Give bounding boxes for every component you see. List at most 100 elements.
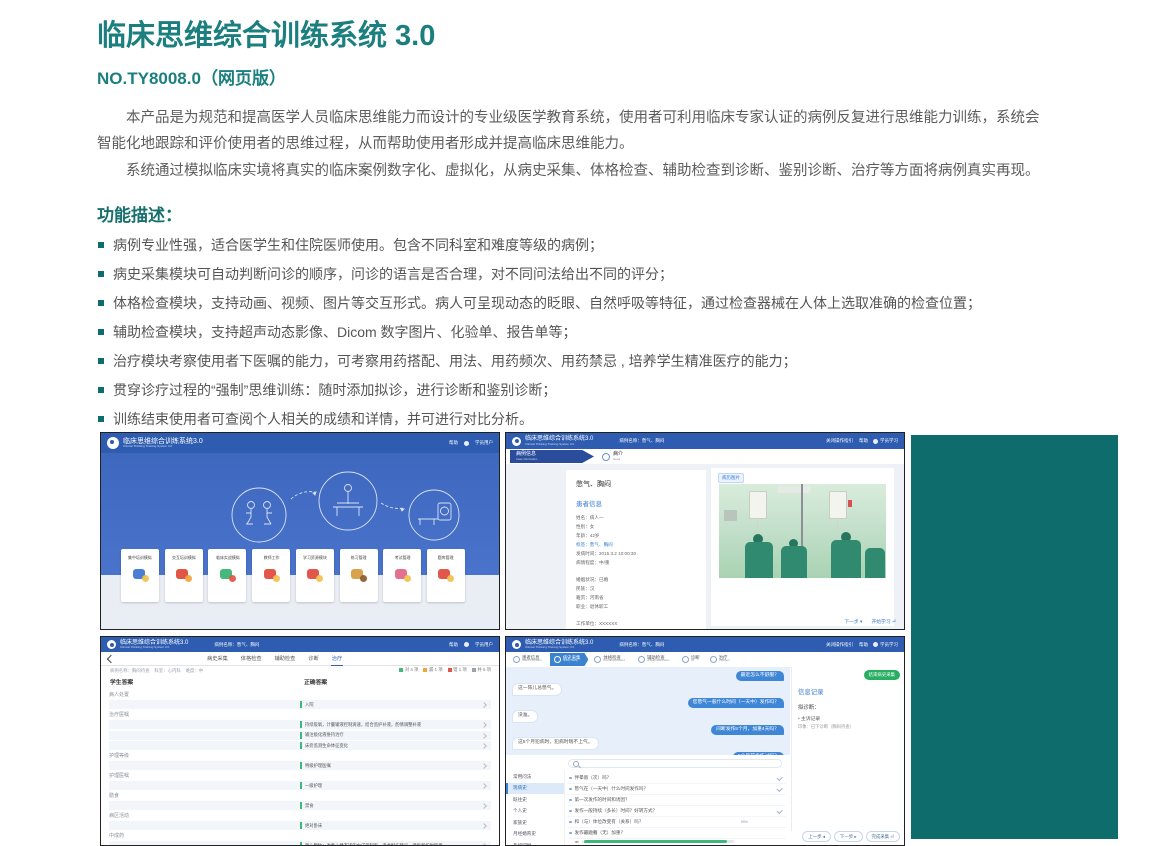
feature-text: 训练结束使用者可查阅个人相关的成绩和详情，并可进行对比分析。	[113, 411, 533, 427]
answer-row[interactable]: 稳心颗粒：改善心悸不适的中成药制剂，考虑配伍禁忌，遵医嘱按时服用。	[109, 841, 491, 846]
answer-row[interactable]: 特级护理医嘱	[109, 761, 491, 770]
question-category[interactable]: 月经婚育史	[506, 829, 564, 841]
correct-answer-text: 输注极化液维持治疗	[300, 732, 344, 739]
module-card[interactable]: 交互培训模拟	[165, 549, 203, 602]
correct-answer-text: 一级护理	[300, 782, 322, 789]
module-card[interactable]: 考试管理	[383, 549, 421, 602]
answer-category-label: 病区活动	[109, 812, 491, 819]
question-category[interactable]: 系统回顾	[506, 840, 564, 845]
correct-answer-text: 绝对卧床	[300, 822, 322, 829]
patient-fields-basic: 姓名：病人一性别：女年龄：42岁标签：憋气、胸闷发病时间：2015.3.2 10…	[576, 514, 696, 568]
user-menu[interactable]: 学员学习	[880, 438, 898, 444]
start-study-link[interactable]: 开始学习 ⏎	[871, 618, 896, 625]
answer-row[interactable]: 绝对卧床	[109, 821, 491, 830]
workflow-step[interactable]: 诊断 DX	[678, 653, 704, 666]
answer-row[interactable]: 禁食	[109, 801, 491, 810]
legend-label: 共 6 项	[477, 667, 491, 673]
question-category[interactable]: 常用问法	[506, 771, 564, 783]
question-row[interactable]: 第一次发作的时间和诱因？	[567, 795, 786, 806]
step-icon	[594, 656, 601, 663]
app-title-en: Clinical Thinking Training System 3.0	[525, 443, 593, 446]
record-item[interactable]: 主诉记录	[798, 715, 898, 722]
step-detail[interactable]: 病介 Detail	[602, 452, 623, 461]
patient-field: 发病时间：2015.3.2 10:00:30	[576, 550, 696, 559]
chevron-right-icon	[481, 702, 487, 708]
question-category[interactable]: 既往史	[506, 794, 564, 806]
patient-fields-social: 婚姻状况：已婚民族：汉籍贯：河南省职业：退休职工	[576, 576, 696, 612]
module-card[interactable]: 教师工作	[252, 549, 290, 602]
user-menu[interactable]: 学员学习	[880, 642, 898, 648]
workflow-step[interactable]: 体格检查 Physical Examination	[590, 653, 632, 666]
module-card-label: 学习资源模块	[303, 555, 327, 561]
correct-answer-text: 持续吸氧，计量输液控制滴速，结合监护补液，酌情调整补液	[300, 721, 421, 728]
answer-row[interactable]: 一级护理	[109, 781, 491, 790]
question-search-input[interactable]	[568, 759, 782, 768]
footer-button[interactable]: 完成采集 ⏎	[866, 831, 900, 842]
user-menu[interactable]: 学员用户	[475, 642, 493, 648]
bullet-square-icon	[98, 242, 104, 248]
user-menu[interactable]: 学员用户	[475, 440, 493, 446]
header-link[interactable]: 关闭操作指引	[826, 642, 853, 648]
question-category[interactable]: 家族史	[506, 817, 564, 829]
progress-bar	[584, 840, 734, 843]
asked-check-icon	[776, 808, 782, 814]
patient-info-link[interactable]: 患者信息	[576, 498, 696, 508]
surgeon-figure	[781, 546, 807, 578]
chat-bubble: 没准。	[512, 710, 538, 722]
answer-row[interactable]: 床旁监测生命体征变化	[109, 741, 491, 750]
patient-field: 婚姻状况：已婚	[576, 576, 696, 585]
patient-field: 标签：憋气、胸闷	[576, 541, 696, 550]
bullet-square-icon	[98, 300, 104, 306]
answer-row[interactable]: 持续吸氧，计量输液控制滴速，结合监护补液，酌情调整补液	[109, 720, 491, 729]
question-category[interactable]: 现病史	[506, 783, 564, 795]
answer-row[interactable]: 输注极化液维持治疗	[109, 731, 491, 740]
answer-rows: 稳心颗粒：改善心悸不适的中成药制剂，考虑配伍禁忌，遵医嘱按时服用。 麝香保心丸，…	[109, 841, 491, 846]
module-card[interactable]: 练习管理	[340, 549, 378, 602]
back-chevron-icon[interactable]	[107, 655, 115, 663]
bullet-square-icon	[98, 271, 104, 277]
workflow-step[interactable]: 治疗 Treatment	[706, 653, 735, 666]
module-card[interactable]: 题库管理	[427, 549, 465, 602]
asked-check-icon	[776, 786, 782, 792]
module-card-row: 集中培训模拟 交互培训模拟 临床实战模拟	[121, 549, 465, 602]
question-row[interactable]: 发作一般持续（多长）时间？好转方式？	[567, 806, 786, 817]
header-link[interactable]: 帮助	[859, 438, 868, 444]
help-link[interactable]: 帮助	[449, 642, 458, 648]
finish-history-button[interactable]: 结束病史采集	[864, 670, 900, 680]
module-card-icon	[132, 568, 149, 582]
footer-button[interactable]: 下一步 ▸	[834, 831, 863, 842]
question-row[interactable]: 伴晕厥（次）吗？	[567, 773, 786, 784]
legend-swatch-icon	[399, 668, 403, 672]
review-tab[interactable]: 治疗	[331, 652, 343, 666]
answer-category-label: 中成药	[109, 832, 491, 839]
module-card[interactable]: 集中培训模拟	[121, 549, 159, 602]
inquiry-chat-area: 最近怎么不舒服？这一阵儿总憋气。您憋气一般什么时间（一天中）发作吗？没准。间断发…	[506, 667, 790, 755]
answer-group: 膳食 禁食	[109, 792, 491, 810]
step-icon	[638, 656, 645, 663]
review-tab[interactable]: 病史采集	[206, 652, 229, 665]
workflow-step[interactable]: 患者信息 Patient Information	[509, 653, 548, 666]
answer-groups: 病人处置 入院 治疗医嘱 持续吸氧，计量输液控	[109, 689, 491, 846]
header-link[interactable]: 帮助	[859, 642, 868, 648]
question-row[interactable]: 憋气在（一天中）什么时间发作吗？	[567, 784, 786, 795]
review-tab[interactable]: 辅助检查	[274, 652, 297, 665]
footer-button[interactable]: 上一步 ◂	[802, 831, 831, 842]
workflow-step[interactable]: 辅助检查 Auxiliary Examination	[634, 653, 676, 666]
next-step-link[interactable]: 下一步 ▾	[844, 618, 862, 625]
workflow-steps: 患者信息 Patient Information 病史采集 History Ta…	[506, 652, 904, 668]
app-logo-icon	[107, 437, 119, 449]
review-toolbar: 病史采集体格检查辅助检查诊断治疗	[101, 652, 499, 666]
photo-tab[interactable]: 病历图片	[718, 473, 744, 483]
workflow-step[interactable]: 病史采集 History Taking	[550, 653, 589, 666]
review-tab[interactable]: 诊断	[307, 652, 319, 665]
review-tab[interactable]: 体格检查	[240, 652, 263, 665]
header-link[interactable]: 关闭操作指引	[826, 438, 853, 444]
user-avatar-icon	[873, 642, 878, 647]
question-category[interactable]: 个人史	[506, 806, 564, 818]
answer-row[interactable]: 入院	[109, 700, 491, 709]
module-card[interactable]: 临床实战模拟	[208, 549, 246, 602]
step-case-information[interactable]: 病例信息 Case Information	[510, 450, 594, 463]
help-link[interactable]: 帮助	[449, 440, 458, 446]
module-card[interactable]: 学习资源模块	[296, 549, 334, 602]
correct-answer-text: 禁食	[300, 802, 314, 809]
